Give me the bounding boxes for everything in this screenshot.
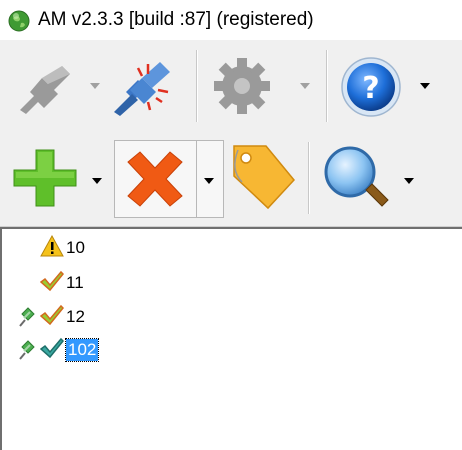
disconnect-plug-icon[interactable] (14, 56, 78, 116)
chevron-down-icon[interactable] (204, 178, 214, 184)
window-title: AM v2.3.3 [build :87] (registered) (38, 9, 314, 30)
item-list[interactable]: 10 11 12 102 (0, 227, 462, 450)
list-item[interactable]: 10 (2, 234, 462, 267)
item-label-selected[interactable]: 102 (64, 338, 100, 362)
list-item[interactable]: 11 (2, 270, 462, 302)
green-globe-icon (8, 10, 30, 32)
checkmark-teal-icon (39, 337, 65, 364)
toolbar-separator (196, 50, 197, 122)
checkmark-icon (39, 270, 65, 297)
list-item[interactable]: 12 (2, 304, 462, 336)
chevron-down-icon[interactable] (300, 83, 310, 89)
chevron-down-icon[interactable] (404, 178, 414, 184)
split-divider (196, 140, 197, 218)
chevron-down-icon[interactable] (420, 83, 430, 89)
svg-text:?: ? (362, 71, 379, 106)
item-label: 10 (66, 238, 85, 257)
delete-x-icon[interactable] (122, 148, 188, 210)
tag-label-icon[interactable] (228, 140, 298, 212)
warning-icon (40, 234, 64, 262)
checkmark-icon (39, 304, 65, 331)
list-item[interactable]: 102 (2, 337, 462, 369)
help-question-icon[interactable]: ? (340, 56, 402, 118)
item-label: 11 (66, 273, 84, 292)
item-label: 12 (66, 307, 85, 326)
pin-icon (16, 339, 36, 366)
app-window: AM v2.3.3 [build :87] (registered) ? 10 … (0, 0, 462, 450)
toolbar-separator (308, 142, 309, 214)
main-toolbar: ? (0, 40, 462, 132)
add-plus-icon[interactable] (10, 146, 80, 210)
settings-gear-icon[interactable] (212, 56, 272, 116)
title-bar: AM v2.3.3 [build :87] (registered) (0, 0, 462, 40)
chevron-down-icon[interactable] (90, 83, 100, 89)
search-magnifier-icon[interactable] (322, 144, 392, 212)
edit-toolbar (0, 132, 462, 227)
connect-plug-icon[interactable] (108, 54, 178, 118)
toolbar-separator (326, 50, 327, 122)
pin-icon (16, 306, 36, 333)
chevron-down-icon[interactable] (92, 178, 102, 184)
